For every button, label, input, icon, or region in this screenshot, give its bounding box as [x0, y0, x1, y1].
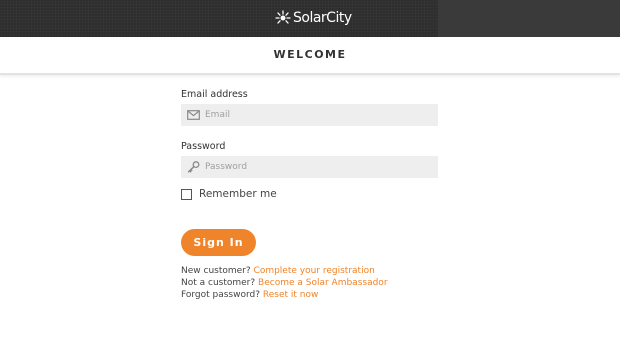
- remember-checkbox[interactable]: [181, 188, 192, 200]
- remember-me[interactable]: Remember me: [181, 187, 277, 201]
- forgot-password-line: Forgot password? Reset it now: [181, 289, 388, 301]
- brand-name: SolarCity: [293, 10, 352, 26]
- complete-registration-link[interactable]: Complete your registration: [254, 266, 375, 276]
- page-title: WELCOME: [273, 48, 347, 61]
- forgot-password-text: Forgot password?: [181, 290, 261, 300]
- welcome-bar: WELCOME: [0, 37, 620, 75]
- header-right-shade: [438, 0, 620, 37]
- login-form: Email address Password: [181, 88, 438, 178]
- top-header-bar: SolarCity: [0, 0, 620, 37]
- password-field[interactable]: [205, 156, 433, 178]
- become-ambassador-link[interactable]: Become a Solar Ambassador: [258, 278, 387, 288]
- email-label: Email address: [181, 89, 248, 100]
- password-field-wrap[interactable]: [181, 156, 438, 178]
- remember-label[interactable]: Remember me: [199, 188, 277, 200]
- help-links: New customer? Complete your registration…: [181, 265, 388, 301]
- brand-logo[interactable]: SolarCity: [275, 8, 352, 28]
- envelope-icon: [187, 110, 200, 120]
- not-customer-line: Not a customer? Become a Solar Ambassado…: [181, 277, 388, 289]
- sun-icon: [275, 10, 291, 24]
- not-customer-text: Not a customer?: [181, 278, 256, 288]
- new-customer-text: New customer?: [181, 266, 251, 276]
- password-label: Password: [181, 141, 226, 152]
- new-customer-line: New customer? Complete your registration: [181, 265, 388, 277]
- email-field-wrap[interactable]: [181, 104, 438, 126]
- sign-in-button[interactable]: Sign In: [181, 229, 256, 256]
- reset-password-link[interactable]: Reset it now: [263, 290, 318, 300]
- email-field[interactable]: [205, 104, 433, 126]
- key-icon: [187, 161, 200, 173]
